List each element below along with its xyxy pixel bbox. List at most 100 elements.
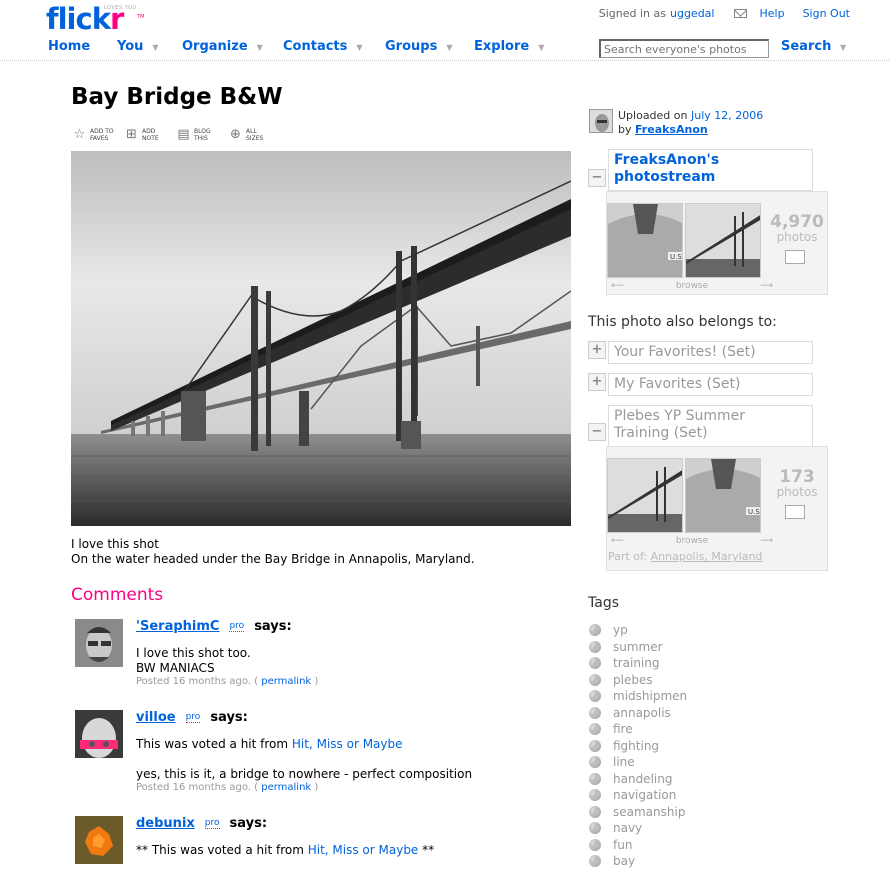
tag-item[interactable]: midshipmen — [589, 688, 687, 705]
slideshow-icon[interactable] — [785, 250, 805, 264]
tag-item[interactable]: bay — [589, 853, 687, 870]
group-link[interactable]: Hit, Miss or Maybe — [292, 737, 403, 751]
tag-label[interactable]: handeling — [613, 772, 672, 786]
next-photo-thumb[interactable]: U.S — [685, 458, 761, 533]
nav-groups[interactable]: Groups ▼ — [385, 39, 452, 54]
globe-icon[interactable] — [589, 855, 601, 868]
avatar[interactable] — [75, 710, 123, 758]
tag-label[interactable]: annapolis — [613, 706, 671, 720]
tag-label[interactable]: fighting — [613, 739, 659, 753]
upload-date-link[interactable]: July 12, 2006 — [691, 109, 763, 122]
globe-icon[interactable] — [589, 822, 601, 835]
avatar[interactable] — [75, 619, 123, 667]
globe-icon[interactable] — [589, 673, 601, 686]
comment-author-link[interactable]: villoe — [136, 710, 176, 725]
tag-label[interactable]: navigation — [613, 788, 676, 802]
tag-label[interactable]: training — [613, 656, 660, 670]
chevron-down-icon[interactable]: ▼ — [538, 43, 544, 52]
arrow-left-icon[interactable]: ⟵ — [611, 536, 624, 546]
tag-item[interactable]: yp — [589, 622, 687, 639]
nav-you[interactable]: You ▼ — [117, 39, 159, 54]
add-to-faves-button[interactable]: ☆ Add to faves — [72, 127, 116, 142]
pro-badge[interactable]: pro — [204, 818, 220, 829]
collection-link[interactable]: Annapolis, Maryland — [651, 550, 763, 563]
tag-item[interactable]: handeling — [589, 771, 687, 788]
signout-link[interactable]: Sign Out — [803, 7, 850, 20]
nav-contacts[interactable]: Contacts ▼ — [283, 39, 363, 54]
globe-icon[interactable] — [589, 805, 601, 818]
add-note-button[interactable]: ⊞ Add note — [124, 127, 168, 142]
photostream-title[interactable]: FreaksAnon's photostream — [608, 149, 813, 191]
flickr-logo[interactable]: flickr LOVES YOU TM — [46, 2, 144, 36]
tag-item[interactable]: summer — [589, 639, 687, 656]
avatar[interactable] — [75, 816, 123, 864]
globe-icon[interactable] — [589, 640, 601, 653]
tag-label[interactable]: summer — [613, 640, 663, 654]
chevron-down-icon[interactable]: ▼ — [840, 43, 846, 52]
nav-home[interactable]: Home — [48, 39, 90, 54]
globe-icon[interactable] — [589, 772, 601, 785]
chevron-down-icon[interactable]: ▼ — [356, 43, 362, 52]
current-photo-thumb[interactable] — [685, 203, 761, 278]
globe-icon[interactable] — [589, 624, 601, 637]
permalink-link[interactable]: permalink — [261, 782, 311, 793]
search-input[interactable] — [599, 39, 769, 58]
tag-label[interactable]: fire — [613, 722, 633, 736]
main-photo[interactable] — [71, 151, 571, 526]
globe-icon[interactable] — [589, 657, 601, 670]
uploader-avatar[interactable] — [589, 109, 613, 133]
tag-item[interactable]: fighting — [589, 738, 687, 755]
help-link[interactable]: Help — [759, 7, 784, 20]
expand-icon[interactable]: + — [588, 373, 606, 391]
tag-label[interactable]: line — [613, 755, 635, 769]
prev-photo-thumb[interactable] — [607, 458, 683, 533]
slideshow-icon[interactable] — [785, 505, 805, 519]
group-link[interactable]: Hit, Miss or Maybe — [308, 843, 419, 857]
tag-item[interactable]: training — [589, 655, 687, 672]
tag-label[interactable]: seamanship — [613, 805, 685, 819]
pro-badge[interactable]: pro — [229, 621, 245, 632]
chevron-down-icon[interactable]: ▼ — [446, 43, 452, 52]
chevron-down-icon[interactable]: ▼ — [257, 43, 263, 52]
comment-author-link[interactable]: debunix — [136, 816, 195, 831]
prev-photo-thumb[interactable]: U.S — [607, 203, 683, 278]
expand-icon[interactable]: + — [588, 341, 606, 359]
globe-icon[interactable] — [589, 838, 601, 851]
tag-item[interactable]: navy — [589, 820, 687, 837]
set-name[interactable]: Your Favorites! (Set) — [608, 341, 813, 364]
collapse-icon[interactable]: − — [588, 423, 606, 441]
nav-organize[interactable]: Organize ▼ — [182, 39, 263, 54]
tag-label[interactable]: bay — [613, 854, 635, 868]
globe-icon[interactable] — [589, 690, 601, 703]
tag-item[interactable]: seamanship — [589, 804, 687, 821]
pro-badge[interactable]: pro — [185, 712, 201, 723]
comment-author-link[interactable]: 'SeraphimC — [136, 619, 219, 634]
browse-label[interactable]: browse — [676, 536, 708, 546]
arrow-right-icon[interactable]: ⟶ — [760, 536, 773, 546]
browse-label[interactable]: browse — [676, 281, 708, 291]
permalink-link[interactable]: permalink — [261, 676, 311, 687]
set-name[interactable]: My Favorites (Set) — [608, 373, 813, 396]
username-link[interactable]: uggedal — [670, 7, 714, 20]
tag-item[interactable]: line — [589, 754, 687, 771]
tag-label[interactable]: plebes — [613, 673, 653, 687]
globe-icon[interactable] — [589, 739, 601, 752]
all-sizes-button[interactable]: ⊕ All sizes — [228, 127, 272, 142]
tag-label[interactable]: midshipmen — [613, 689, 687, 703]
blog-this-button[interactable]: ▤ Blog this — [176, 127, 220, 142]
tag-label[interactable]: yp — [613, 623, 628, 637]
collapse-icon[interactable]: − — [588, 169, 606, 187]
uploader-link[interactable]: FreaksAnon — [635, 123, 708, 136]
tag-item[interactable]: annapolis — [589, 705, 687, 722]
arrow-right-icon[interactable]: ⟶ — [760, 281, 773, 291]
tag-label[interactable]: navy — [613, 821, 642, 835]
tag-item[interactable]: fun — [589, 837, 687, 854]
nav-explore[interactable]: Explore ▼ — [474, 39, 544, 54]
globe-icon[interactable] — [589, 723, 601, 736]
chevron-down-icon[interactable]: ▼ — [152, 43, 158, 52]
tag-item[interactable]: fire — [589, 721, 687, 738]
search-button[interactable]: Search — [781, 39, 831, 54]
tag-item[interactable]: plebes — [589, 672, 687, 689]
arrow-left-icon[interactable]: ⟵ — [611, 281, 624, 291]
globe-icon[interactable] — [589, 706, 601, 719]
